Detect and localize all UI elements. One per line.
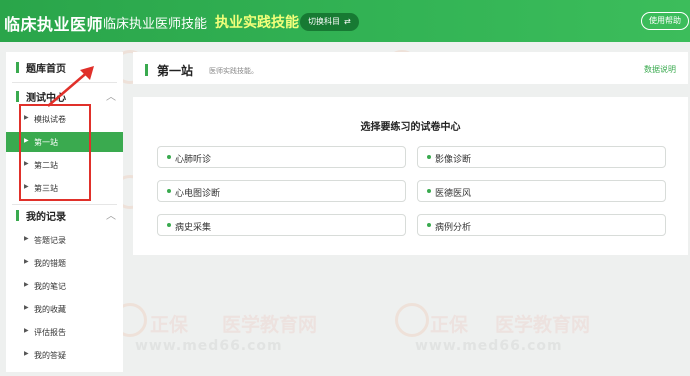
sidebar-section-records[interactable]: 我的记录 ︿ — [6, 204, 123, 226]
sidebar-item-label: 我的笔记 — [34, 282, 66, 291]
exam-option-case-analysis[interactable]: 病例分析 — [417, 214, 666, 236]
exam-center-panel: 选择要练习的试卷中心 心肺听诊 影像诊断 心电图诊断 医德医风 病史采集 病例分… — [133, 97, 688, 255]
subject-title: 临床执业医师技能 — [103, 17, 208, 32]
watermark-text: 医学教育网 — [222, 314, 318, 336]
sidebar-item-notes[interactable]: ▶ 我的笔记 — [6, 276, 123, 296]
bullet-dot-icon — [167, 189, 171, 193]
page-title: 第一站 — [157, 64, 194, 78]
annotation-highlight-box — [19, 104, 91, 201]
watermark-logo-icon — [395, 303, 429, 337]
section-marker — [145, 64, 148, 76]
bullet-dot-icon — [427, 155, 431, 159]
exam-option-label: 影像诊断 — [435, 155, 472, 165]
triangle-right-icon: ▶ — [24, 235, 29, 242]
bullet-dot-icon — [427, 189, 431, 193]
watermark-text: 医学教育网 — [495, 314, 591, 336]
exam-option-label: 心电图诊断 — [175, 189, 221, 199]
watermark-url: www.med66.com — [415, 338, 563, 354]
exam-option-cardiopulmonary[interactable]: 心肺听诊 — [157, 146, 406, 168]
section-marker — [16, 62, 19, 73]
triangle-right-icon: ▶ — [24, 304, 29, 311]
swap-icon: ⇄ — [344, 17, 351, 26]
sidebar-item-favorites[interactable]: ▶ 我的收藏 — [6, 299, 123, 319]
panel-heading: 选择要练习的试卷中心 — [360, 122, 461, 133]
exam-option-label: 心肺听诊 — [175, 155, 212, 165]
sidebar-item-reports[interactable]: ▶ 评估报告 — [6, 322, 123, 342]
top-header: 临床执业医师 临床执业医师技能 执业实践技能 切换科目 ⇄ 使用帮助 — [0, 0, 690, 42]
sidebar-item-answer-records[interactable]: ▶ 答题记录 — [6, 230, 123, 250]
sidebar-section-label: 我的记录 — [26, 212, 66, 223]
bullet-dot-icon — [427, 223, 431, 227]
subject-active-title: 执业实践技能 — [215, 15, 299, 31]
data-explanation-link[interactable]: 数据说明 — [644, 64, 676, 75]
sidebar-item-label: 评估报告 — [34, 328, 66, 337]
triangle-right-icon: ▶ — [24, 258, 29, 265]
content-header: 第一站 医师实践技能。 数据说明 — [133, 52, 688, 84]
sidebar-item-wrong-questions[interactable]: ▶ 我的错题 — [6, 253, 123, 273]
switch-subject-button[interactable]: 切换科目 ⇄ — [300, 13, 359, 31]
watermark-url: www.med66.com — [135, 338, 283, 354]
sidebar-item-my-questions[interactable]: ▶ 我的答疑 — [6, 345, 123, 365]
triangle-right-icon: ▶ — [24, 327, 29, 334]
bullet-dot-icon — [167, 155, 171, 159]
chevron-up-icon[interactable]: ︿ — [106, 88, 116, 103]
exam-option-label: 病史采集 — [175, 223, 212, 233]
brand-title[interactable]: 临床执业医师 — [4, 11, 103, 35]
exam-option-label: 医德医风 — [435, 189, 472, 199]
section-marker — [16, 210, 19, 221]
watermark-brand: 正保 — [150, 314, 189, 336]
bullet-dot-icon — [167, 223, 171, 227]
annotation-arrow-icon — [47, 66, 94, 107]
exam-option-imaging[interactable]: 影像诊断 — [417, 146, 666, 168]
help-button[interactable]: 使用帮助 — [641, 12, 689, 30]
watermark-brand: 正保 — [430, 314, 469, 336]
sidebar-item-label: 我的答疑 — [34, 351, 66, 360]
page-description: 医师实践技能。 — [209, 67, 258, 75]
sidebar-item-label: 答题记录 — [34, 236, 66, 245]
sidebar-item-label: 我的错题 — [34, 259, 66, 268]
triangle-right-icon: ▶ — [24, 281, 29, 288]
triangle-right-icon: ▶ — [24, 350, 29, 357]
sidebar-item-label: 我的收藏 — [34, 305, 66, 314]
exam-option-ecg[interactable]: 心电图诊断 — [157, 180, 406, 202]
exam-option-history-taking[interactable]: 病史采集 — [157, 214, 406, 236]
section-marker — [16, 91, 19, 102]
exam-option-label: 病例分析 — [435, 223, 472, 233]
chevron-up-icon[interactable]: ︿ — [106, 207, 116, 222]
switch-subject-label: 切换科目 — [308, 17, 340, 26]
exam-option-ethics[interactable]: 医德医风 — [417, 180, 666, 202]
